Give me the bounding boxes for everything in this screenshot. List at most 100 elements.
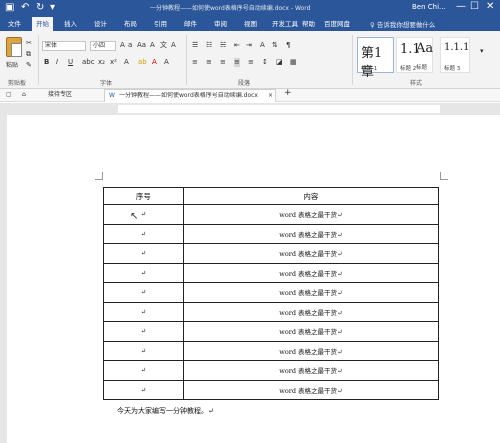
save-icon[interactable]: ▣ [5,2,14,14]
styles-more-icon[interactable]: ▾ [480,47,484,56]
superscript-icon[interactable]: x² [110,58,117,67]
number-cell[interactable]: ↵ [103,379,184,400]
number-cell[interactable]: ↵ [103,360,184,381]
content-cell[interactable]: word 表格之最干货↵ [182,262,440,283]
distributed-icon[interactable]: ≡ [248,58,254,67]
highlight-icon[interactable]: ab [138,58,147,67]
tab-references[interactable]: 引用 [154,19,167,29]
text-effects-icon[interactable]: A [124,58,129,67]
tab-layout[interactable]: 布局 [124,19,137,29]
body-paragraph[interactable]: 今天为大家编写一分钟教程。↵ [117,406,214,416]
tab-review[interactable]: 审阅 [214,19,227,29]
minimize-icon[interactable]: — [456,1,466,12]
new-tab-button[interactable]: + [284,89,292,98]
justify-icon[interactable]: ≡ [234,58,240,67]
tab-developer[interactable]: 开发工具 [272,19,298,29]
multilevel-list-icon[interactable]: ☵ [220,41,226,50]
horizontal-ruler[interactable] [0,103,500,115]
tab-file[interactable]: 文件 [8,19,21,29]
maximize-icon[interactable]: ☐ [470,1,479,12]
paste-button-label[interactable]: 粘贴 [6,61,18,70]
bold-icon[interactable]: B [44,58,49,67]
clear-format-icon[interactable]: A [150,41,155,50]
header-cell-content[interactable]: 内容 [182,187,440,205]
grow-font-icon[interactable]: A [120,41,125,50]
style-title[interactable]: Aa 标题 [416,37,436,73]
bullets-icon[interactable]: ☰ [192,41,198,50]
align-left-icon[interactable]: ≡ [192,58,198,67]
number-cell[interactable]: ↵ [103,301,184,322]
new-doc-icon[interactable]: ▢ [6,91,12,99]
borders-icon[interactable]: ▦ [290,58,297,67]
character-shading-icon[interactable]: A [164,58,169,67]
folder-icon[interactable]: ⌂ [22,91,26,99]
customize-toolbar-icon[interactable]: ▾ [50,2,55,14]
numbering-icon[interactable]: ☷ [206,41,212,50]
content-cell[interactable]: word 表格之最干货↵ [182,301,440,322]
character-border-icon[interactable]: A [171,41,176,50]
change-case-icon[interactable]: Aa [137,41,146,50]
undo-icon[interactable]: ↶ [21,2,29,14]
font-size-select[interactable]: 小四 [90,41,116,51]
tell-me-search[interactable]: ♀ 告诉我你想要做什么 [370,19,435,29]
italic-icon[interactable]: I [56,58,58,67]
clipboard-group-label: 剪贴板 [8,80,27,87]
close-icon[interactable]: ✕ [486,1,494,12]
subscript-icon[interactable]: x₂ [98,58,105,67]
document-table[interactable]: 序号 内容 ↵ word 表格之最干货↵ ↵ word 表格之最干货↵ ↵ wo… [103,187,440,400]
format-painter-icon[interactable]: ✎ [26,61,32,70]
decrease-indent-icon[interactable]: ⇤ [234,41,240,50]
header-cell-number[interactable]: 序号 [103,187,184,205]
align-center-icon[interactable]: ≡ [206,58,212,67]
number-cell[interactable]: ↵ [103,282,184,303]
number-cell[interactable]: ↵ [103,340,184,361]
content-cell[interactable]: word 表格之最干货↵ [182,282,440,303]
vertical-ruler[interactable] [0,115,7,443]
number-cell[interactable]: ↵ [103,204,184,225]
content-cell[interactable]: word 表格之最干货↵ [182,321,440,342]
cut-icon[interactable]: ✂ [26,39,32,48]
tab-insert[interactable]: 插入 [64,19,77,29]
sort-icon[interactable]: ⇅ [272,41,278,50]
number-cell[interactable]: ↵ [103,262,184,283]
tab-mailings[interactable]: 邮件 [184,19,197,29]
user-name[interactable]: Ben Chi... [412,3,446,11]
tab-home[interactable]: 开始 [32,17,53,31]
tab-view[interactable]: 视图 [244,19,257,29]
tab-design[interactable]: 设计 [94,19,107,29]
content-cell[interactable]: word 表格之最干货↵ [182,340,440,361]
tab-close-icon[interactable]: × [268,92,273,100]
show-marks-icon[interactable]: ¶ [286,41,290,50]
mouse-pointer-icon: ↖ [130,211,139,222]
line-spacing-icon[interactable]: ↕ [262,58,268,67]
shrink-font-icon[interactable]: a [128,41,132,50]
number-cell[interactable]: ↵ [103,321,184,342]
content-cell[interactable]: word 表格之最干货↵ [182,243,440,264]
file-tab[interactable]: 接待专区 [48,91,72,99]
table-row: ↵ word 表格之最干货↵ [103,243,440,264]
chinese-layout-icon[interactable]: A [260,41,265,50]
paste-icon[interactable] [6,37,22,57]
shading-icon[interactable]: ◪ [276,58,283,67]
content-cell[interactable]: word 表格之最干货↵ [182,360,440,381]
font-color-icon[interactable]: A [152,58,157,67]
style-heading-1[interactable]: 第1章 标题 1 [357,37,394,80]
increase-indent-icon[interactable]: ⇥ [246,41,252,50]
number-cell[interactable]: ↵ [103,243,184,264]
style-heading-3[interactable]: 1.1.1 标题 3 [440,37,470,73]
underline-icon[interactable]: U [68,58,73,67]
content-cell[interactable]: word 表格之最干货↵ [182,204,440,225]
font-name-select[interactable]: 宋体 [42,41,86,51]
table-row: ↵ word 表格之最干货↵ [103,379,440,400]
align-right-icon[interactable]: ≡ [220,58,226,67]
content-cell[interactable]: word 表格之最干货↵ [182,379,440,400]
number-cell[interactable]: ↵ [103,223,184,244]
document-tab[interactable]: W 一分钟教程——如何使word表格序号自动续编.docx × [104,89,276,102]
copy-icon[interactable]: ⧉ [26,50,31,59]
strikethrough-icon[interactable]: abc [82,58,95,67]
content-cell[interactable]: word 表格之最干货↵ [182,223,440,244]
phonetic-guide-icon[interactable]: 文 [160,41,167,50]
tab-baidu[interactable]: 百度网盘 [324,19,350,29]
redo-icon[interactable]: ↻ [36,2,44,14]
tab-help[interactable]: 帮助 [302,19,315,29]
